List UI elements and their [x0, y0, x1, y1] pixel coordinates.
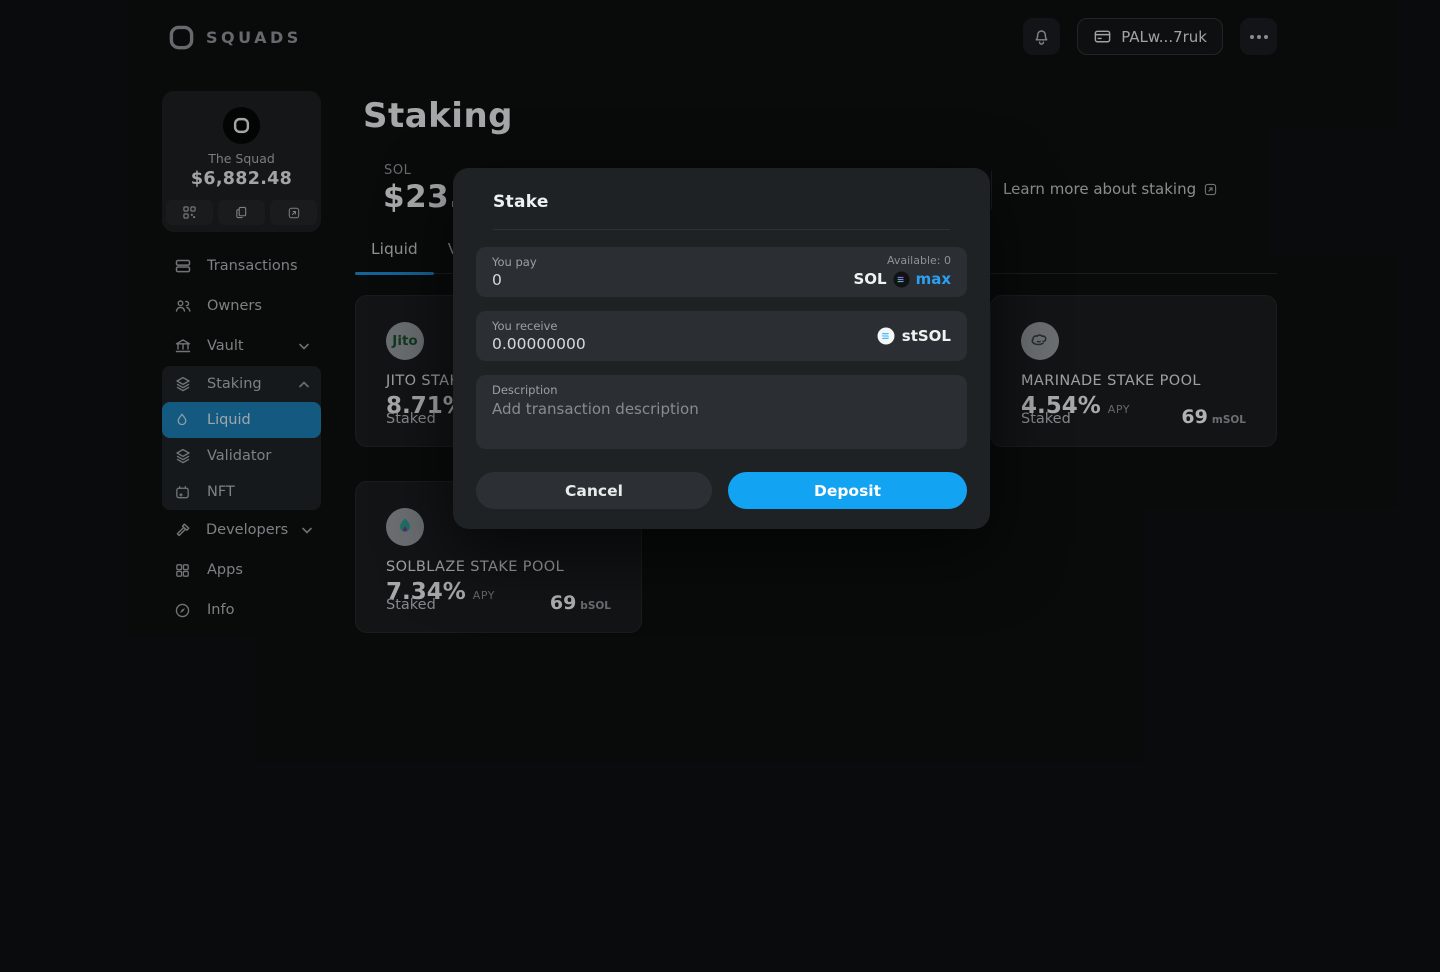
- you-receive-field: You receive stSOL: [476, 311, 967, 361]
- available-balance: Available: 0: [853, 254, 951, 267]
- stsol-token-icon: [877, 327, 895, 345]
- modal-divider: [493, 229, 950, 230]
- app-screen: SQUADS PALw...7ruk: [0, 0, 1440, 972]
- sol-token-label: SOL: [853, 270, 886, 288]
- description-textarea[interactable]: [492, 400, 947, 444]
- you-receive-right: stSOL: [877, 311, 951, 361]
- stake-modal: Stake You pay Available: 0 SOL: [453, 168, 990, 529]
- modal-title: Stake: [493, 192, 549, 212]
- description-label: Description: [492, 383, 951, 397]
- you-receive-input[interactable]: [492, 335, 752, 353]
- sol-token-icon: [893, 271, 910, 288]
- you-pay-right: Available: 0 SOL max: [853, 254, 951, 288]
- stsol-token-label: stSOL: [902, 327, 951, 345]
- max-button[interactable]: max: [916, 270, 951, 288]
- cancel-button[interactable]: Cancel: [476, 472, 712, 509]
- description-field: Description: [476, 375, 967, 449]
- you-pay-field: You pay Available: 0 SOL: [476, 247, 967, 297]
- you-pay-input[interactable]: [492, 271, 752, 289]
- deposit-button[interactable]: Deposit: [728, 472, 967, 509]
